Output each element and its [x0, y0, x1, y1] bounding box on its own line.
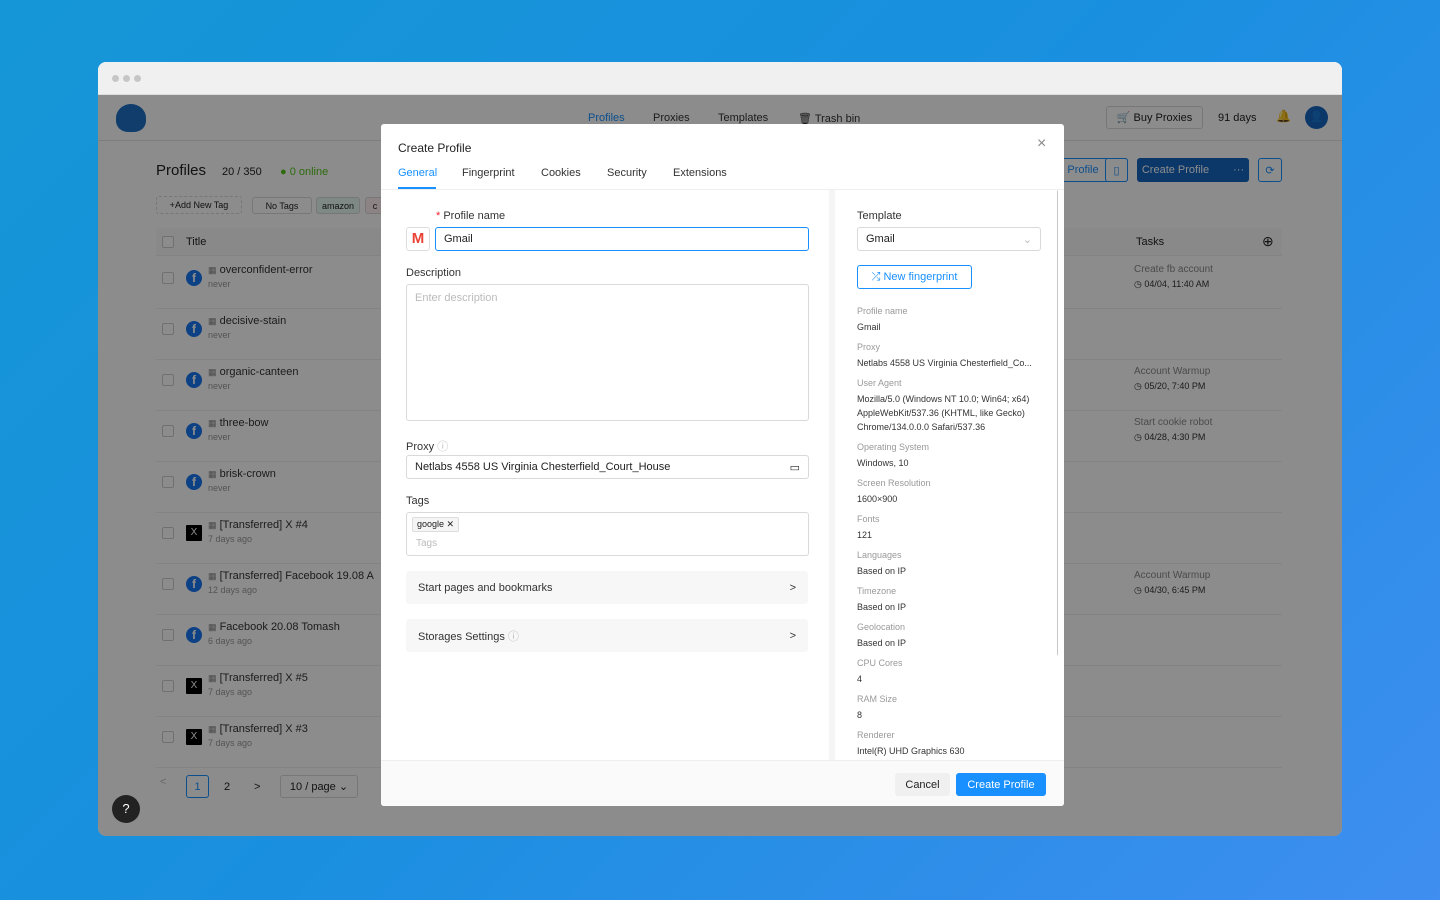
template-label: Template — [857, 210, 902, 222]
help-icon[interactable]: ⓘ — [508, 631, 519, 643]
shuffle-icon: ⤮ — [871, 270, 884, 283]
new-fingerprint-button[interactable]: ⤮ New fingerprint — [857, 265, 972, 289]
tab-fingerprint[interactable]: Fingerprint — [462, 167, 515, 179]
close-icon[interactable]: × — [1037, 135, 1046, 153]
tags-label: Tags — [406, 495, 430, 507]
clipboard-icon[interactable]: ▭ — [790, 461, 800, 474]
chevron-right-icon: > — [789, 581, 796, 594]
info-value: Windows, 10 — [857, 458, 909, 468]
window-dot[interactable] — [112, 75, 119, 82]
info-value: Based on IP — [857, 638, 907, 648]
info-value: Netlabs 4558 US Virginia Chesterfield_Co… — [857, 358, 1032, 368]
scrollbar[interactable] — [1057, 190, 1058, 656]
modal-footer: Cancel Create Profile — [381, 760, 1064, 806]
tag-label: google — [417, 519, 445, 529]
info-key: Timezone — [857, 586, 897, 596]
general-form: * Profile name M Gmail Description Enter… — [381, 190, 829, 760]
section-label: Storages Settings — [418, 630, 505, 643]
tab-extensions[interactable]: Extensions — [673, 167, 727, 179]
info-value: Intel(R) UHD Graphics 630 — [857, 746, 965, 756]
info-key: Screen Resolution — [857, 478, 931, 488]
profile-name-input[interactable]: Gmail — [435, 227, 809, 251]
info-value: Gmail — [857, 322, 881, 332]
info-key: CPU Cores — [857, 658, 903, 668]
info-key: Fonts — [857, 514, 880, 524]
info-value: 1600×900 — [857, 494, 898, 504]
window-dot[interactable] — [123, 75, 130, 82]
start-pages-section[interactable]: Start pages and bookmarks > — [406, 571, 808, 604]
tags-input[interactable]: google ✕ Tags — [406, 512, 809, 556]
label-text: Proxy — [406, 441, 435, 453]
info-value: 8 — [857, 710, 863, 720]
proxy-label: Proxy ⓘ — [406, 438, 448, 454]
select-value: Gmail — [866, 233, 895, 245]
help-icon[interactable]: ? — [112, 795, 140, 823]
tag-google: google ✕ — [412, 517, 460, 532]
info-key: RAM Size — [857, 694, 898, 704]
gmail-icon[interactable]: M — [406, 227, 430, 251]
description-label: Description — [406, 267, 462, 279]
button-label: New fingerprint — [883, 271, 958, 283]
create-profile-modal: Create Profile × General Fingerprint Coo… — [381, 124, 1064, 806]
info-key: User Agent — [857, 378, 902, 388]
info-value: Mozilla/5.0 (Windows NT 10.0; Win64; x64… — [857, 394, 1030, 432]
description-textarea[interactable]: Enter description — [406, 284, 809, 421]
help-icon[interactable]: ⓘ — [437, 441, 448, 453]
info-key: Languages — [857, 550, 902, 560]
window-dot[interactable] — [134, 75, 141, 82]
template-select[interactable]: Gmail ⌄ — [857, 227, 1041, 251]
label-text: Profile name — [443, 210, 506, 222]
info-key: Geolocation — [857, 622, 906, 632]
info-value: 4 — [857, 674, 863, 684]
section-label: Start pages and bookmarks — [418, 581, 553, 594]
tab-cookies[interactable]: Cookies — [541, 167, 581, 179]
tab-general[interactable]: General — [398, 167, 437, 179]
remove-tag-icon[interactable]: ✕ — [447, 519, 455, 529]
info-value: Based on IP — [857, 566, 907, 576]
tags-placeholder: Tags — [416, 538, 438, 549]
info-key: Proxy — [857, 342, 881, 352]
chevron-right-icon: > — [789, 629, 796, 642]
info-key: Renderer — [857, 730, 895, 740]
tab-security[interactable]: Security — [607, 167, 647, 179]
proxy-input[interactable]: Netlabs 4558 US Virginia Chesterfield_Co… — [406, 455, 809, 479]
title-bar — [98, 62, 1342, 95]
info-value: 121 — [857, 530, 873, 540]
profile-name-label: * Profile name — [436, 210, 506, 222]
proxy-value: Netlabs 4558 US Virginia Chesterfield_Co… — [415, 461, 671, 473]
info-key: Operating System — [857, 442, 930, 452]
storages-section[interactable]: Storages Settings ⓘ > — [406, 619, 808, 652]
fingerprint-summary: Template Gmail ⌄ ⤮ New fingerprint Profil… — [835, 190, 1058, 760]
info-value: Based on IP — [857, 602, 907, 612]
chevron-down-icon: ⌄ — [1022, 233, 1032, 246]
modal-title: Create Profile — [398, 141, 472, 155]
info-key: Profile name — [857, 306, 908, 316]
cancel-button[interactable]: Cancel — [895, 773, 950, 796]
create-profile-submit[interactable]: Create Profile — [956, 773, 1046, 796]
